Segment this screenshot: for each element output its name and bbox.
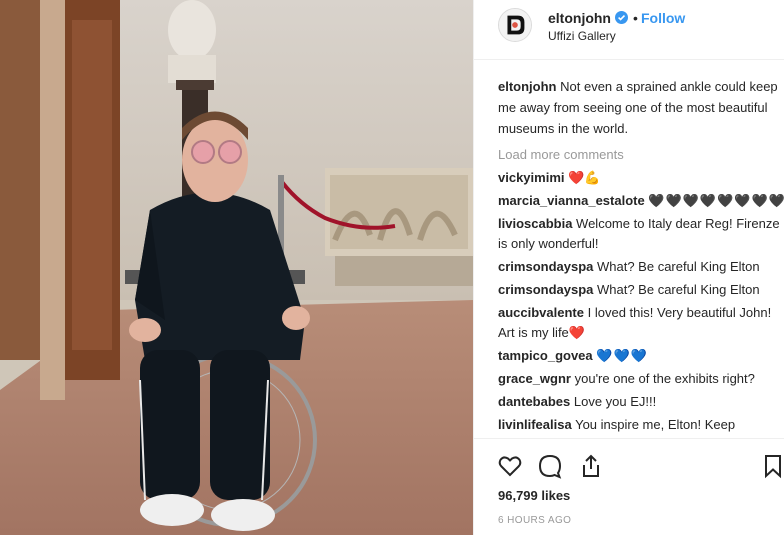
load-more-comments-button[interactable]: Load more comments (498, 145, 784, 165)
comment-username[interactable]: crimsondayspa (498, 259, 593, 274)
comment-username[interactable]: vickyimimi (498, 170, 565, 185)
instagram-post: eltonjohn • Follow Uffizi Gallery eltonj… (0, 0, 784, 535)
comment-item: livinlifealisa You inspire me, Elton! Ke… (498, 415, 784, 435)
follow-button[interactable]: Follow (641, 10, 685, 26)
avatar-image (499, 9, 531, 41)
comment-username[interactable]: livioscabbia (498, 216, 572, 231)
post-caption: eltonjohn Not even a sprained ankle coul… (498, 76, 784, 139)
post-side-panel: eltonjohn • Follow Uffizi Gallery eltonj… (473, 0, 784, 535)
post-header: eltonjohn • Follow Uffizi Gallery (474, 0, 784, 60)
comment-text: You inspire me, Elton! Keep (575, 417, 736, 432)
comment-text: What? Be careful King Elton (597, 259, 760, 274)
comment-username[interactable]: crimsondayspa (498, 282, 593, 297)
comment-username[interactable]: tampico_govea (498, 348, 593, 363)
header-separator: • (633, 10, 638, 26)
photo-illustration (0, 0, 473, 535)
comment-item: livioscabbia Welcome to Italy dear Reg! … (498, 214, 784, 254)
comment-item: crimsondayspa What? Be careful King Elto… (498, 257, 784, 277)
likes-count[interactable]: 96,799 likes (498, 488, 570, 503)
comment-username[interactable]: marcia_vianna_estalote (498, 193, 645, 208)
comment-emoji: ❤️💪 (568, 170, 601, 185)
comment-item: tampico_govea 💙💙💙 (498, 346, 784, 366)
comments-section: eltonjohn Not even a sprained ankle coul… (498, 76, 784, 435)
comment-username[interactable]: dantebabes (498, 394, 570, 409)
comment-item: marcia_vianna_estalote 🖤🖤🖤🖤🖤🖤🖤🖤 (498, 191, 784, 211)
comment-item: crimsondayspa What? Be careful King Elto… (498, 280, 784, 300)
comment-emoji: 💙💙💙 (596, 348, 648, 363)
verified-badge-icon (615, 11, 628, 24)
comment-bubble-icon[interactable] (537, 453, 563, 479)
comment-text: What? Be careful King Elton (597, 282, 760, 297)
comment-emoji: 🖤🖤🖤🖤🖤🖤🖤🖤 (648, 193, 784, 208)
share-icon[interactable] (578, 453, 604, 479)
heart-outline-icon[interactable] (497, 453, 523, 479)
comment-username[interactable]: auccibvalente (498, 305, 584, 320)
comment-username[interactable]: grace_wgnr (498, 371, 571, 386)
comment-item: vickyimimi ❤️💪 (498, 168, 784, 188)
caption-username[interactable]: eltonjohn (498, 79, 557, 94)
comment-emoji: ❤️ (568, 325, 585, 340)
comment-item: dantebabes Love you EJ!!! (498, 392, 784, 412)
bookmark-icon[interactable] (763, 453, 783, 479)
header-username[interactable]: eltonjohn (548, 10, 611, 26)
post-timestamp[interactable]: 6 HOURS AGO (498, 515, 571, 526)
comment-item: auccibvalente I loved this! Very beautif… (498, 303, 784, 343)
comment-text: Love you EJ!!! (573, 394, 657, 409)
comment-text: you're one of the exhibits right? (574, 371, 755, 386)
avatar[interactable] (498, 8, 532, 42)
post-actions: 96,799 likes 6 HOURS AGO (474, 438, 784, 535)
comment-username[interactable]: livinlifealisa (498, 417, 572, 432)
post-photo[interactable] (0, 0, 473, 535)
comment-item: grace_wgnr you're one of the exhibits ri… (498, 369, 784, 389)
location-link[interactable]: Uffizi Gallery (548, 29, 616, 43)
